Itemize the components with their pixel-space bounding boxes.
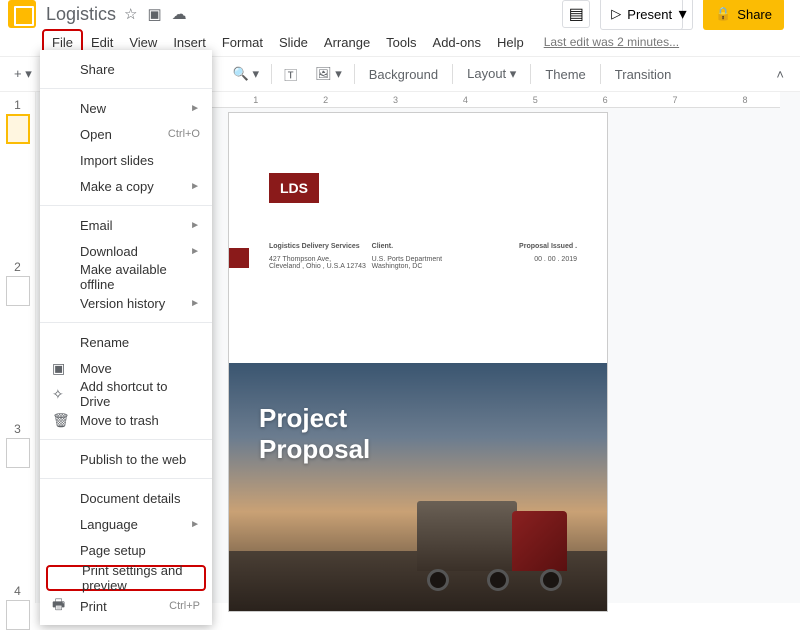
menu-format[interactable]: Format <box>214 31 271 54</box>
slide-thumb-2[interactable] <box>6 276 30 306</box>
drive-shortcut-icon: ✧ <box>52 386 64 403</box>
menu-offline[interactable]: Make available offline <box>40 264 212 290</box>
present-button[interactable]: ▷ Present <box>600 0 683 30</box>
file-menu-dropdown: Share New► OpenCtrl+O Import slides Make… <box>40 50 212 625</box>
menu-import-slides[interactable]: Import slides <box>40 147 212 173</box>
menu-publish[interactable]: Publish to the web <box>40 446 212 472</box>
background-button[interactable]: Background <box>361 63 446 86</box>
menu-move-trash[interactable]: 🗑Move to trash <box>40 407 212 433</box>
slide-number: 1 <box>0 92 35 114</box>
image-icon[interactable]: 🖼 ▾ <box>309 62 348 86</box>
cloud-icon[interactable]: ☁ <box>172 5 187 23</box>
slide-number: 2 <box>0 254 35 276</box>
comments-button[interactable]: ▤ <box>562 0 590 28</box>
menu-tools[interactable]: Tools <box>378 31 424 54</box>
present-label: Present <box>627 7 672 22</box>
menu-print[interactable]: 🖶PrintCtrl+P <box>40 593 212 619</box>
menu-help[interactable]: Help <box>489 31 532 54</box>
present-icon: ▷ <box>611 6 621 22</box>
menu-add-shortcut[interactable]: ✧Add shortcut to Drive <box>40 381 212 407</box>
menu-open[interactable]: OpenCtrl+O <box>40 121 212 147</box>
slides-app-icon[interactable] <box>8 0 36 28</box>
menu-download[interactable]: Download► <box>40 238 212 264</box>
menu-doc-details[interactable]: Document details <box>40 485 212 511</box>
zoom-fit-icon[interactable]: 🔍 ▾ <box>227 62 265 86</box>
theme-button[interactable]: Theme <box>537 63 593 86</box>
transition-button[interactable]: Transition <box>607 63 680 86</box>
share-label: Share <box>737 7 772 22</box>
truck-graphic <box>417 491 577 591</box>
slide-thumb-1[interactable] <box>6 114 30 144</box>
menu-share[interactable]: Share <box>40 56 212 82</box>
logo: LDS <box>269 173 319 203</box>
menu-arrange[interactable]: Arrange <box>316 31 378 54</box>
textbox-icon[interactable]: 🅃 <box>278 61 303 88</box>
new-slide-button[interactable]: + ▾ <box>8 62 38 86</box>
accent-square <box>229 248 249 268</box>
layout-button[interactable]: Layout ▾ <box>459 62 524 86</box>
folder-icon: ▣ <box>52 360 65 377</box>
last-edit-link[interactable]: Last edit was 2 minutes... <box>544 35 679 49</box>
slide-number: 4 <box>0 578 35 600</box>
menu-move[interactable]: ▣Move <box>40 355 212 381</box>
folder-move-icon[interactable]: ▣ <box>147 5 161 23</box>
hero-title: Project Proposal <box>259 403 370 465</box>
star-icon[interactable]: ☆ <box>124 5 137 23</box>
slide-canvas[interactable]: LDS Logistics Delivery Services 427 Thom… <box>228 112 608 612</box>
menu-page-setup[interactable]: Page setup <box>40 537 212 563</box>
print-icon: 🖶 <box>52 594 65 618</box>
menu-language[interactable]: Language► <box>40 511 212 537</box>
menu-email[interactable]: Email► <box>40 212 212 238</box>
slide-thumb-3[interactable] <box>6 438 30 468</box>
hero-image: Project Proposal <box>229 363 607 611</box>
menu-slide[interactable]: Slide <box>271 31 316 54</box>
menu-new[interactable]: New► <box>40 95 212 121</box>
collapse-toolbar-icon[interactable]: ˄ <box>776 67 784 82</box>
present-dropdown[interactable]: ▾ <box>673 0 693 30</box>
slide-thumb-4[interactable] <box>6 600 30 630</box>
filmstrip: 1 2 3 4 <box>0 92 36 603</box>
menu-version-history[interactable]: Version history► <box>40 290 212 316</box>
slide-number: 3 <box>0 416 35 438</box>
lock-icon: 🔒 <box>715 6 731 22</box>
menu-print-settings[interactable]: Print settings and preview <box>46 565 206 591</box>
menu-rename[interactable]: Rename <box>40 329 212 355</box>
document-title[interactable]: Logistics <box>46 4 116 25</box>
share-button[interactable]: 🔒 Share <box>703 0 784 30</box>
trash-icon: 🗑 <box>52 412 70 429</box>
menu-addons[interactable]: Add-ons <box>425 31 489 54</box>
comments-icon: ▤ <box>569 4 584 24</box>
menu-make-copy[interactable]: Make a copy► <box>40 173 212 199</box>
info-row: Logistics Delivery Services 427 Thompson… <box>269 243 577 270</box>
